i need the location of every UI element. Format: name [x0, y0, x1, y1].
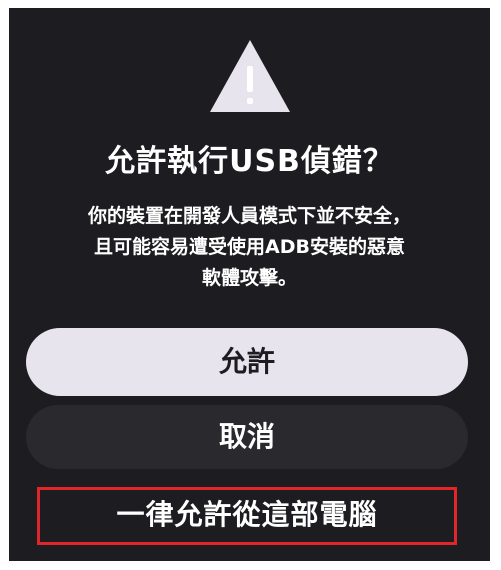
- allow-button[interactable]: 允許: [26, 328, 468, 396]
- message-line-3: 軟體攻擊。: [201, 267, 297, 289]
- warning-icon-container: [9, 38, 490, 118]
- warning-triangle-icon: [210, 40, 290, 112]
- usb-debugging-dialog: 允許執行USB偵錯？ 你的裝置在開發人員模式下並不安全， 且可能容易遭受使用AD…: [9, 8, 490, 561]
- cancel-button[interactable]: 取消: [26, 405, 468, 469]
- dialog-message: 你的裝置在開發人員模式下並不安全， 且可能容易遭受使用ADB安裝的惡意 軟體攻擊…: [39, 201, 460, 294]
- message-line-1: 你的裝置在開發人員模式下並不安全，: [87, 205, 411, 227]
- dialog-title: 允許執行USB偵錯？: [105, 144, 394, 179]
- message-line-2: 且可能容易遭受使用ADB安裝的惡意: [94, 236, 405, 258]
- highlight-box: [37, 487, 457, 545]
